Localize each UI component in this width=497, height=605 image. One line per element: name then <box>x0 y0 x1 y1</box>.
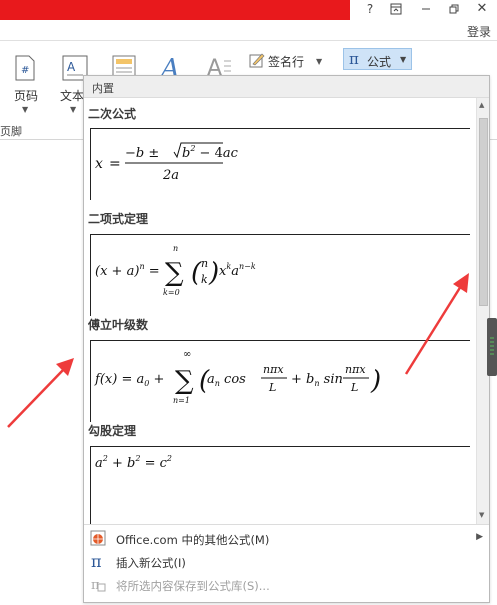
builtin-header-label: 内置 <box>92 82 114 95</box>
equation-gallery-panel: 内置 二次公式 x = −b ± b2 − 4ac 2a 二项式定理 (x + … <box>83 75 490 603</box>
formula-item-pythagorean[interactable]: a2 + b2 = c2 <box>90 446 470 524</box>
text-label[interactable]: 文本 <box>60 87 84 104</box>
section-title-pythagorean: 勾股定理 <box>88 424 137 438</box>
footer-partial-label: 页脚 <box>0 125 22 138</box>
svg-text:x: x <box>95 156 103 172</box>
svg-text:k: k <box>201 273 208 286</box>
menu-item-label: 插入新公式(I) <box>116 556 186 570</box>
signature-line-icon[interactable] <box>249 52 265 72</box>
menu-item-label: Office.com 中的其他公式(M) <box>116 533 270 547</box>
svg-text:xkan−k: xkan−k <box>219 262 256 279</box>
restore-icon[interactable] <box>444 0 464 18</box>
menu-item-label: 将所选内容保存到公式库(S)... <box>116 579 270 593</box>
svg-text:n: n <box>173 244 178 253</box>
menu-item-save-to-gallery[interactable]: π 将所选内容保存到公式库(S)... <box>84 574 489 596</box>
equation-label: 公式 <box>367 55 392 69</box>
scroll-down-icon[interactable]: ▼ <box>479 511 484 519</box>
svg-text:b2 − 4ac: b2 − 4ac <box>182 144 239 161</box>
svg-text:nπx: nπx <box>263 363 284 376</box>
svg-text:A: A <box>67 60 76 74</box>
equation-dropdown-icon: ▼ <box>400 55 407 64</box>
close-icon[interactable]: ✕ <box>472 0 492 18</box>
formula-item-quadratic[interactable]: x = −b ± b2 − 4ac 2a <box>90 128 470 200</box>
login-link[interactable]: 登录 <box>467 23 491 40</box>
svg-text:−b ±: −b ± <box>125 146 159 161</box>
office-globe-icon <box>90 530 106 546</box>
formula-item-fourier[interactable]: f(x) = a0 + ∞ ∑ n=1 ( an cos nπx L + bn … <box>90 340 470 422</box>
scroll-up-icon[interactable]: ▲ <box>479 101 484 109</box>
page-number-label[interactable]: 页码 <box>14 87 38 104</box>
pythagorean-formula-graphic: a2 + b2 = c2 <box>95 454 172 471</box>
submenu-arrow-icon: ▶ <box>476 532 483 542</box>
document-scrollbar-thumb[interactable] <box>487 318 497 376</box>
svg-text:L: L <box>350 381 358 394</box>
svg-text:2a: 2a <box>162 168 179 183</box>
svg-text:+ bn sin: + bn sin <box>291 372 343 388</box>
svg-text:L: L <box>268 381 276 394</box>
svg-text:): ) <box>208 258 219 288</box>
svg-text:a2 + b2 = c2: a2 + b2 = c2 <box>95 454 172 471</box>
fourier-formula-graphic: f(x) = a0 + ∞ ∑ n=1 ( an cos nπx L + bn … <box>94 349 381 405</box>
ribbon-display-options-icon[interactable] <box>386 0 406 18</box>
pi-icon: π <box>349 50 359 68</box>
help-button[interactable]: ? <box>360 0 380 18</box>
annotation-arrow-left <box>7 358 74 428</box>
title-bar-accent <box>0 0 350 20</box>
svg-text:=: = <box>109 156 121 172</box>
equation-menu: Office.com 中的其他公式(M) ▶ π 插入新公式(I) π 将所选内… <box>84 524 489 602</box>
svg-text:an cos: an cos <box>207 372 246 388</box>
signature-line-dropdown-icon[interactable]: ▼ <box>316 57 322 66</box>
binomial-formula-graphic: (x + a)n = n ∑ k=0 ( n k ) xkan−k <box>95 244 256 297</box>
svg-text:n=1: n=1 <box>173 396 190 405</box>
page-number-icon[interactable]: # <box>14 55 36 85</box>
equation-gallery: 二次公式 x = −b ± b2 − 4ac 2a 二项式定理 (x + a)n… <box>84 98 476 524</box>
svg-text:∑: ∑ <box>165 258 184 288</box>
svg-text:n: n <box>201 257 208 270</box>
svg-text:∞: ∞ <box>183 349 191 360</box>
svg-text:π: π <box>91 553 102 569</box>
svg-text:f(x) = a0 +: f(x) = a0 + <box>94 372 164 388</box>
section-title-quadratic: 二次公式 <box>88 107 137 121</box>
panel-header: 内置 <box>84 76 489 98</box>
pi-icon: π <box>90 552 106 571</box>
svg-text:nπx: nπx <box>345 363 366 376</box>
section-title-binomial: 二项式定理 <box>88 212 149 226</box>
minimize-icon[interactable] <box>416 0 436 18</box>
svg-text:k=0: k=0 <box>163 288 180 297</box>
menu-item-office-equations[interactable]: Office.com 中的其他公式(M) ▶ <box>84 528 489 550</box>
svg-text:): ) <box>370 366 381 396</box>
signature-line-label[interactable]: 签名行 <box>268 53 304 70</box>
title-bar: ? ✕ <box>0 0 497 20</box>
menu-item-insert-new-equation[interactable]: π 插入新公式(I) <box>84 551 489 573</box>
formula-item-binomial[interactable]: (x + a)n = n ∑ k=0 ( n k ) xkan−k <box>90 234 470 316</box>
scrollbar-thumb[interactable] <box>479 118 488 306</box>
gallery-scrollbar[interactable]: ▲ ▼ <box>476 98 489 524</box>
svg-text:∑: ∑ <box>175 366 194 396</box>
svg-text:(x + a)n =: (x + a)n = <box>95 262 160 279</box>
text-dropdown-icon[interactable]: ▼ <box>70 105 76 114</box>
svg-text:#: # <box>21 65 29 76</box>
quadratic-formula-graphic: x = −b ± b2 − 4ac 2a <box>95 142 239 183</box>
equation-button[interactable]: π 公式 ▼ <box>343 48 412 70</box>
page-number-dropdown-icon[interactable]: ▼ <box>22 105 28 114</box>
section-title-fourier: 傅立叶级数 <box>88 318 149 332</box>
save-to-gallery-icon: π <box>90 576 106 593</box>
